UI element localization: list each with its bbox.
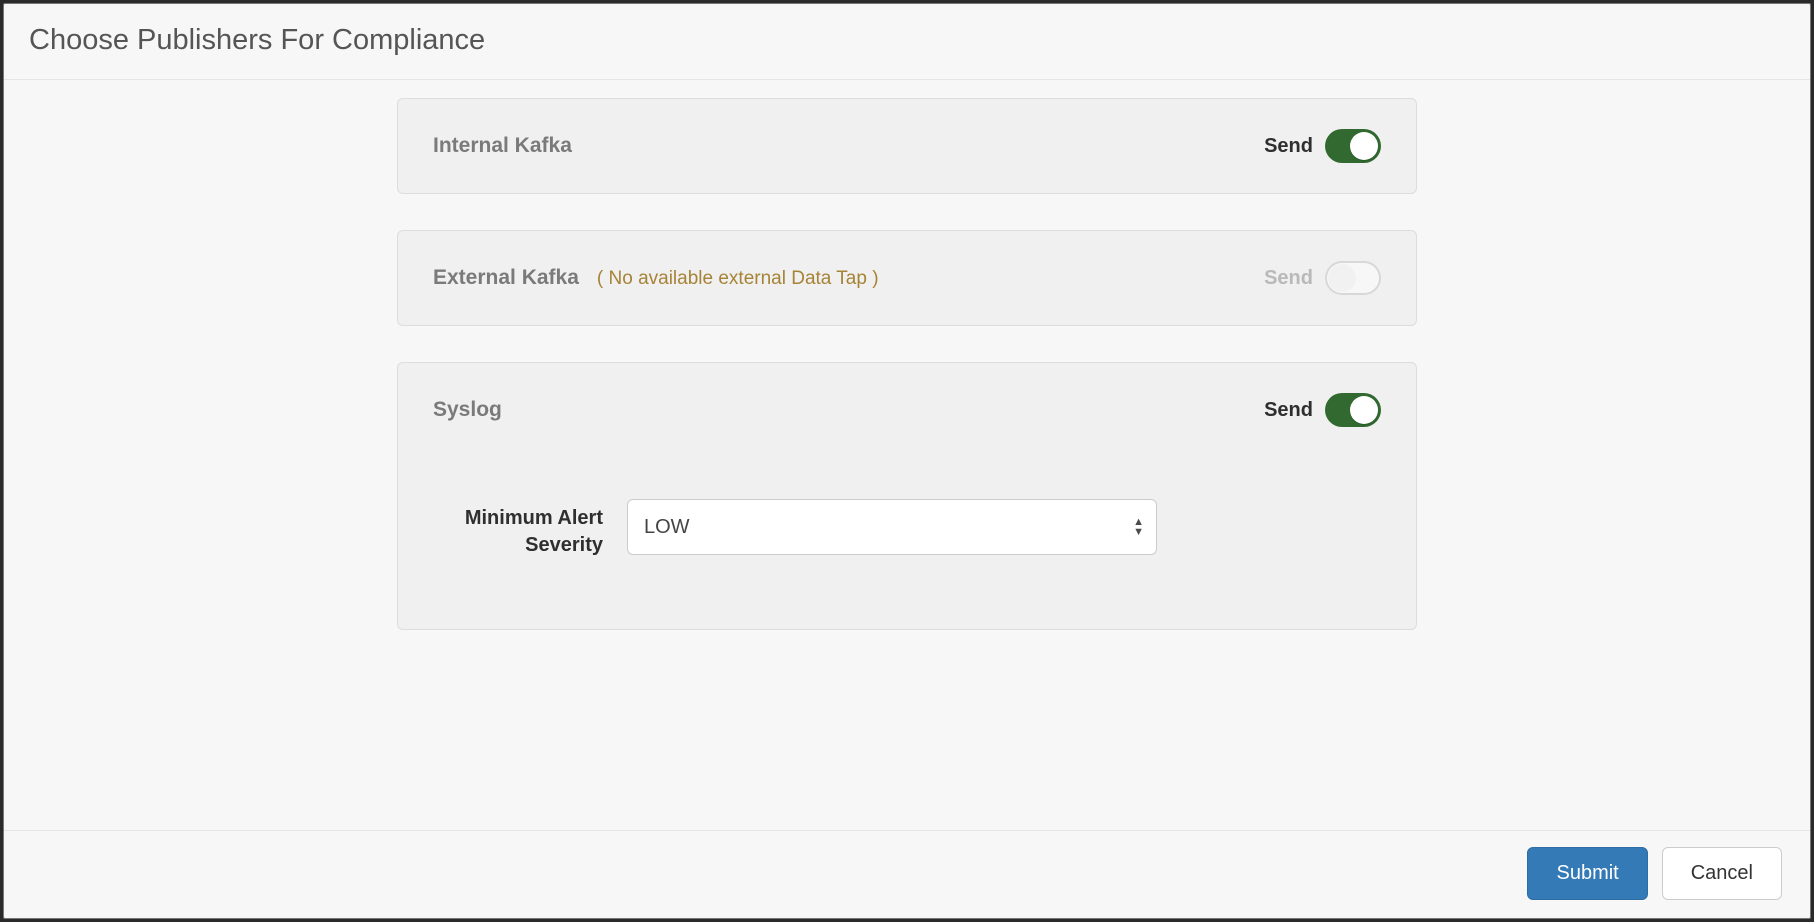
publisher-panel-internal-kafka: Internal Kafka Send [397, 98, 1417, 194]
send-label: Send [1264, 135, 1313, 158]
panel-left: Syslog [433, 398, 1264, 422]
modal-dialog: Choose Publishers For Compliance Interna… [3, 3, 1811, 919]
toggle-knob [1328, 264, 1356, 292]
send-toggle-internal-kafka[interactable] [1325, 129, 1381, 163]
publisher-panel-external-kafka: External Kafka ( No available external D… [397, 230, 1417, 326]
panel-left: Internal Kafka [433, 134, 1264, 158]
panel-header-row: External Kafka ( No available external D… [398, 231, 1416, 325]
panel-body: Minimum Alert Severity LOW ▲▼ [398, 457, 1416, 629]
send-toggle-external-kafka [1325, 261, 1381, 295]
panel-header-row: Syslog Send [398, 363, 1416, 457]
toggle-knob [1350, 396, 1378, 424]
panel-header-row: Internal Kafka Send [398, 99, 1416, 193]
modal-body: Internal Kafka Send External Kafka ( No [4, 80, 1810, 830]
submit-button[interactable]: Submit [1527, 847, 1647, 900]
severity-select-value: LOW [644, 516, 690, 539]
panel-left: External Kafka ( No available external D… [433, 266, 1264, 290]
send-toggle-group: Send [1264, 261, 1381, 295]
severity-row: Minimum Alert Severity LOW ▲▼ [433, 499, 1381, 559]
modal-footer: Submit Cancel [4, 830, 1810, 918]
modal-title: Choose Publishers For Compliance [29, 24, 1785, 57]
severity-label: Minimum Alert Severity [433, 499, 603, 559]
panel-title: Syslog [433, 398, 502, 422]
send-label: Send [1264, 267, 1313, 290]
send-toggle-group: Send [1264, 393, 1381, 427]
send-label: Send [1264, 399, 1313, 422]
panel-note: ( No available external Data Tap ) [597, 268, 879, 290]
panel-title: External Kafka [433, 266, 579, 290]
send-toggle-syslog[interactable] [1325, 393, 1381, 427]
severity-select[interactable]: LOW ▲▼ [627, 499, 1157, 555]
modal-header: Choose Publishers For Compliance [4, 4, 1810, 80]
toggle-knob [1350, 132, 1378, 160]
panel-title: Internal Kafka [433, 134, 572, 158]
publisher-panel-syslog: Syslog Send Minimum Alert Severity LOW [397, 362, 1417, 630]
select-caret-icon: ▲▼ [1133, 518, 1144, 536]
cancel-button[interactable]: Cancel [1662, 847, 1782, 900]
send-toggle-group: Send [1264, 129, 1381, 163]
modal-body-inner: Internal Kafka Send External Kafka ( No [397, 98, 1417, 630]
